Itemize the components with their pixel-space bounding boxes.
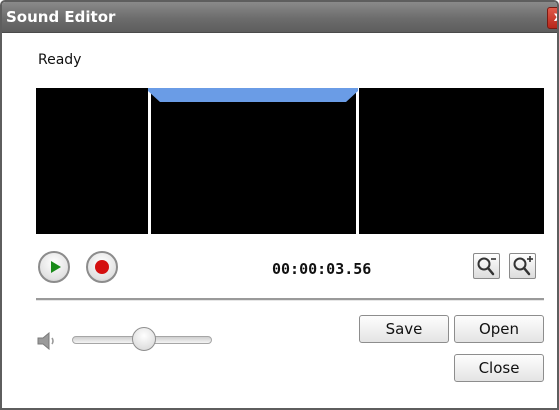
- speaker-icon: [36, 331, 60, 354]
- title-bar[interactable]: Sound Editor x: [2, 2, 557, 33]
- waveform-amplitude: [36, 96, 544, 226]
- open-button[interactable]: Open: [454, 315, 544, 343]
- save-button[interactable]: Save: [359, 315, 449, 343]
- zoom-in-button[interactable]: [509, 253, 536, 279]
- separator-line: [36, 298, 544, 301]
- time-readout: 00:00:03.56: [272, 260, 372, 278]
- selection-start-marker[interactable]: [148, 88, 151, 234]
- window-title: Sound Editor: [6, 8, 116, 26]
- close-button[interactable]: Close: [454, 354, 544, 382]
- volume-slider-thumb[interactable]: [132, 327, 156, 351]
- status-text: Ready: [38, 52, 82, 68]
- waveform-display[interactable]: [36, 88, 544, 234]
- sound-editor-window: Sound Editor x Ready: [0, 0, 559, 410]
- zoom-out-icon: [477, 257, 496, 276]
- selection-end-marker[interactable]: [356, 88, 359, 234]
- zoom-in-icon: [513, 256, 533, 276]
- selection-range-bar[interactable]: [148, 88, 358, 102]
- play-button[interactable]: [38, 251, 70, 283]
- waveform-svg: [36, 88, 544, 234]
- zoom-out-button[interactable]: [473, 253, 500, 279]
- record-icon: [95, 260, 109, 274]
- close-window-icon[interactable]: x: [547, 7, 557, 29]
- record-button[interactable]: [86, 251, 118, 283]
- play-icon: [51, 261, 61, 273]
